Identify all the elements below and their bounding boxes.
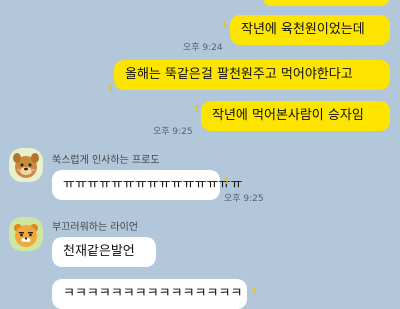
my-message-bubble-partial[interactable] <box>262 0 390 6</box>
sender-name: 부끄러워하는 라이언 <box>52 222 138 233</box>
sender-name: 쑥스럽게 인사하는 프로도 <box>52 155 160 166</box>
unread-count: 1 <box>224 176 230 187</box>
message-time: 오후 9:25 <box>153 127 193 137</box>
unread-count: 1 <box>252 286 258 297</box>
their-message-bubble[interactable]: 천재같은발언 <box>52 237 156 267</box>
their-message-bubble[interactable]: ㅋㅋㅋㅋㅋㅋㅋㅋㅋㅋㅋㅋㅋㅋㅋ <box>52 279 247 309</box>
my-message-bubble[interactable]: 작년에 먹어본사람이 승자임 <box>201 101 390 131</box>
ryan-avatar-icon[interactable] <box>9 217 43 251</box>
their-message-bubble[interactable]: ㅠㅠㅠㅠㅠㅠㅠㅠㅠㅠㅠㅠㅠㅠㅠ <box>52 170 242 200</box>
message-time: 오후 9:25 <box>224 194 264 204</box>
unread-count: 1 <box>108 84 114 95</box>
frodo-avatar-icon[interactable] <box>9 148 43 182</box>
my-message-bubble[interactable]: 올해는 뚝같은걸 팔천원주고 먹어야한다고 <box>114 60 390 90</box>
unread-count: 1 <box>194 104 200 115</box>
my-message-bubble[interactable]: 작년에 육천원이었는데 <box>230 15 390 45</box>
message-time: 오후 9:24 <box>183 43 223 53</box>
unread-count: 1 <box>222 20 228 31</box>
